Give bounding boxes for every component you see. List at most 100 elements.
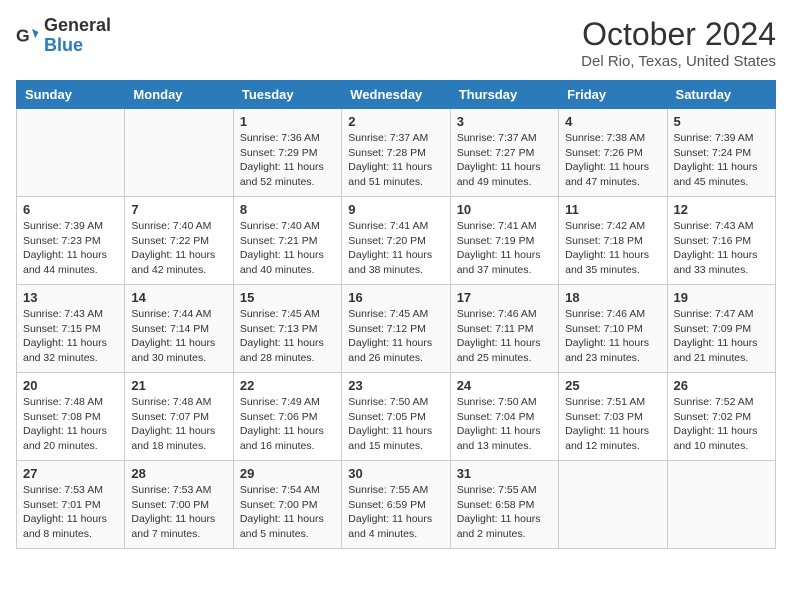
calendar-day-cell: 27 Sunrise: 7:53 AMSunset: 7:01 PMDayligh… — [17, 461, 125, 549]
day-info: Sunrise: 7:46 AMSunset: 7:11 PMDaylight:… — [457, 307, 552, 366]
day-number: 31 — [457, 466, 552, 481]
calendar-day-cell: 22Sunrise: 7:49 AMSunset: 7:06 PMDayligh… — [233, 373, 341, 461]
calendar-week-row: 6Sunrise: 7:39 AMSunset: 7:23 PMDaylight… — [17, 197, 776, 285]
day-info: Sunrise: 7:40 AMSunset: 7:21 PMDaylight:… — [240, 219, 335, 278]
day-info: Sunrise: 7:45 AMSunset: 7:13 PMDaylight:… — [240, 307, 335, 366]
calendar-day-cell: 8 Sunrise: 7:40 AMSunset: 7:21 PMDaylight… — [233, 197, 341, 285]
day-number: 28 — [131, 466, 226, 481]
day-number: 11 — [565, 202, 660, 217]
weekday-header-monday: Monday — [125, 81, 233, 109]
calendar-day-cell: 7Sunrise: 7:40 AMSunset: 7:22 PMDaylight… — [125, 197, 233, 285]
day-number: 27 — [23, 466, 118, 481]
day-info: Sunrise: 7:42 AMSunset: 7:18 PMDaylight:… — [565, 219, 660, 278]
calendar-day-cell — [667, 461, 775, 549]
day-info: Sunrise: 7:41 AMSunset: 7:20 PMDaylight:… — [348, 219, 443, 278]
logo-general: General — [44, 16, 111, 36]
calendar-day-cell: 28 Sunrise: 7:53 AMSunset: 7:00 PMDayligh… — [125, 461, 233, 549]
day-info: Sunrise: 7:50 AMSunset: 7:04 PMDaylight:… — [457, 395, 552, 454]
day-info: Sunrise: 7:51 AMSunset: 7:03 PMDaylight:… — [565, 395, 660, 454]
calendar-day-cell: 30 Sunrise: 7:55 AMSunset: 6:59 PMDayligh… — [342, 461, 450, 549]
day-info: Sunrise: 7:48 AMSunset: 7:07 PMDaylight:… — [131, 395, 226, 454]
day-info: Sunrise: 7:41 AMSunset: 7:19 PMDaylight:… — [457, 219, 552, 278]
calendar-day-cell: 10 Sunrise: 7:41 AMSunset: 7:19 PMDayligh… — [450, 197, 558, 285]
day-info: Sunrise: 7:43 AMSunset: 7:15 PMDaylight:… — [23, 307, 118, 366]
weekday-header-thursday: Thursday — [450, 81, 558, 109]
weekday-header-friday: Friday — [559, 81, 667, 109]
day-number: 17 — [457, 290, 552, 305]
calendar-day-cell: 16 Sunrise: 7:45 AMSunset: 7:12 PMDayligh… — [342, 285, 450, 373]
calendar-day-cell: 11 Sunrise: 7:42 AMSunset: 7:18 PMDayligh… — [559, 197, 667, 285]
logo-icon: G — [16, 24, 40, 48]
calendar-week-row: 13 Sunrise: 7:43 AMSunset: 7:15 PMDayligh… — [17, 285, 776, 373]
calendar-day-cell: 4 Sunrise: 7:38 AMSunset: 7:26 PMDaylight… — [559, 109, 667, 197]
day-number: 24 — [457, 378, 552, 393]
calendar-day-cell — [125, 109, 233, 197]
day-info: Sunrise: 7:45 AMSunset: 7:12 PMDaylight:… — [348, 307, 443, 366]
calendar-day-cell: 15 Sunrise: 7:45 AMSunset: 7:13 PMDayligh… — [233, 285, 341, 373]
calendar-day-cell: 21 Sunrise: 7:48 AMSunset: 7:07 PMDayligh… — [125, 373, 233, 461]
calendar-day-cell: 2 Sunrise: 7:37 AMSunset: 7:28 PMDaylight… — [342, 109, 450, 197]
calendar-day-cell: 24 Sunrise: 7:50 AMSunset: 7:04 PMDayligh… — [450, 373, 558, 461]
day-number: 30 — [348, 466, 443, 481]
day-info: Sunrise: 7:48 AMSunset: 7:08 PMDaylight:… — [23, 395, 118, 454]
calendar-table: SundayMondayTuesdayWednesdayThursdayFrid… — [16, 80, 776, 549]
day-number: 10 — [457, 202, 552, 217]
day-number: 18 — [565, 290, 660, 305]
day-info: Sunrise: 7:46 AMSunset: 7:10 PMDaylight:… — [565, 307, 660, 366]
logo-blue: Blue — [44, 36, 111, 56]
calendar-day-cell: 25 Sunrise: 7:51 AMSunset: 7:03 PMDayligh… — [559, 373, 667, 461]
day-info: Sunrise: 7:54 AMSunset: 7:00 PMDaylight:… — [240, 483, 335, 542]
day-number: 3 — [457, 114, 552, 129]
calendar-day-cell: 12Sunrise: 7:43 AMSunset: 7:16 PMDayligh… — [667, 197, 775, 285]
calendar-day-cell — [17, 109, 125, 197]
day-info: Sunrise: 7:55 AMSunset: 6:58 PMDaylight:… — [457, 483, 552, 542]
day-info: Sunrise: 7:43 AMSunset: 7:16 PMDaylight:… — [674, 219, 769, 278]
day-number: 13 — [23, 290, 118, 305]
day-number: 26 — [674, 378, 769, 393]
title-section: October 2024 Del Rio, Texas, United Stat… — [581, 16, 776, 70]
day-number: 15 — [240, 290, 335, 305]
weekday-header-saturday: Saturday — [667, 81, 775, 109]
day-info: Sunrise: 7:52 AMSunset: 7:02 PMDaylight:… — [674, 395, 769, 454]
day-info: Sunrise: 7:39 AMSunset: 7:24 PMDaylight:… — [674, 131, 769, 190]
logo: G General Blue — [16, 16, 111, 56]
calendar-day-cell: 13 Sunrise: 7:43 AMSunset: 7:15 PMDayligh… — [17, 285, 125, 373]
svg-text:G: G — [16, 25, 30, 45]
weekday-header-sunday: Sunday — [17, 81, 125, 109]
calendar-day-cell: 17 Sunrise: 7:46 AMSunset: 7:11 PMDayligh… — [450, 285, 558, 373]
day-number: 4 — [565, 114, 660, 129]
day-number: 8 — [240, 202, 335, 217]
day-number: 23 — [348, 378, 443, 393]
calendar-day-cell: 14Sunrise: 7:44 AMSunset: 7:14 PMDayligh… — [125, 285, 233, 373]
calendar-day-cell: 23 Sunrise: 7:50 AMSunset: 7:05 PMDayligh… — [342, 373, 450, 461]
calendar-day-cell: 26 Sunrise: 7:52 AMSunset: 7:02 PMDayligh… — [667, 373, 775, 461]
day-number: 29 — [240, 466, 335, 481]
day-number: 5 — [674, 114, 769, 129]
weekday-header-wednesday: Wednesday — [342, 81, 450, 109]
day-info: Sunrise: 7:53 AMSunset: 7:00 PMDaylight:… — [131, 483, 226, 542]
day-info: Sunrise: 7:37 AMSunset: 7:27 PMDaylight:… — [457, 131, 552, 190]
calendar-day-cell: 3 Sunrise: 7:37 AMSunset: 7:27 PMDaylight… — [450, 109, 558, 197]
calendar-day-cell: 18 Sunrise: 7:46 AMSunset: 7:10 PMDayligh… — [559, 285, 667, 373]
day-info: Sunrise: 7:53 AMSunset: 7:01 PMDaylight:… — [23, 483, 118, 542]
day-number: 25 — [565, 378, 660, 393]
month-title: October 2024 — [581, 16, 776, 53]
day-number: 1 — [240, 114, 335, 129]
day-number: 9 — [348, 202, 443, 217]
calendar-day-cell: 20Sunrise: 7:48 AMSunset: 7:08 PMDayligh… — [17, 373, 125, 461]
day-number: 16 — [348, 290, 443, 305]
day-info: Sunrise: 7:36 AMSunset: 7:29 PMDaylight:… — [240, 131, 335, 190]
day-info: Sunrise: 7:55 AMSunset: 6:59 PMDaylight:… — [348, 483, 443, 542]
page-header: G General Blue October 2024 Del Rio, Tex… — [16, 16, 776, 70]
calendar-day-cell: 1 Sunrise: 7:36 AMSunset: 7:29 PMDaylight… — [233, 109, 341, 197]
day-info: Sunrise: 7:38 AMSunset: 7:26 PMDaylight:… — [565, 131, 660, 190]
day-number: 6 — [23, 202, 118, 217]
calendar-day-cell — [559, 461, 667, 549]
calendar-week-row: 1 Sunrise: 7:36 AMSunset: 7:29 PMDaylight… — [17, 109, 776, 197]
day-number: 22 — [240, 378, 335, 393]
day-number: 2 — [348, 114, 443, 129]
day-info: Sunrise: 7:50 AMSunset: 7:05 PMDaylight:… — [348, 395, 443, 454]
day-info: Sunrise: 7:37 AMSunset: 7:28 PMDaylight:… — [348, 131, 443, 190]
day-number: 21 — [131, 378, 226, 393]
weekday-header-row: SundayMondayTuesdayWednesdayThursdayFrid… — [17, 81, 776, 109]
